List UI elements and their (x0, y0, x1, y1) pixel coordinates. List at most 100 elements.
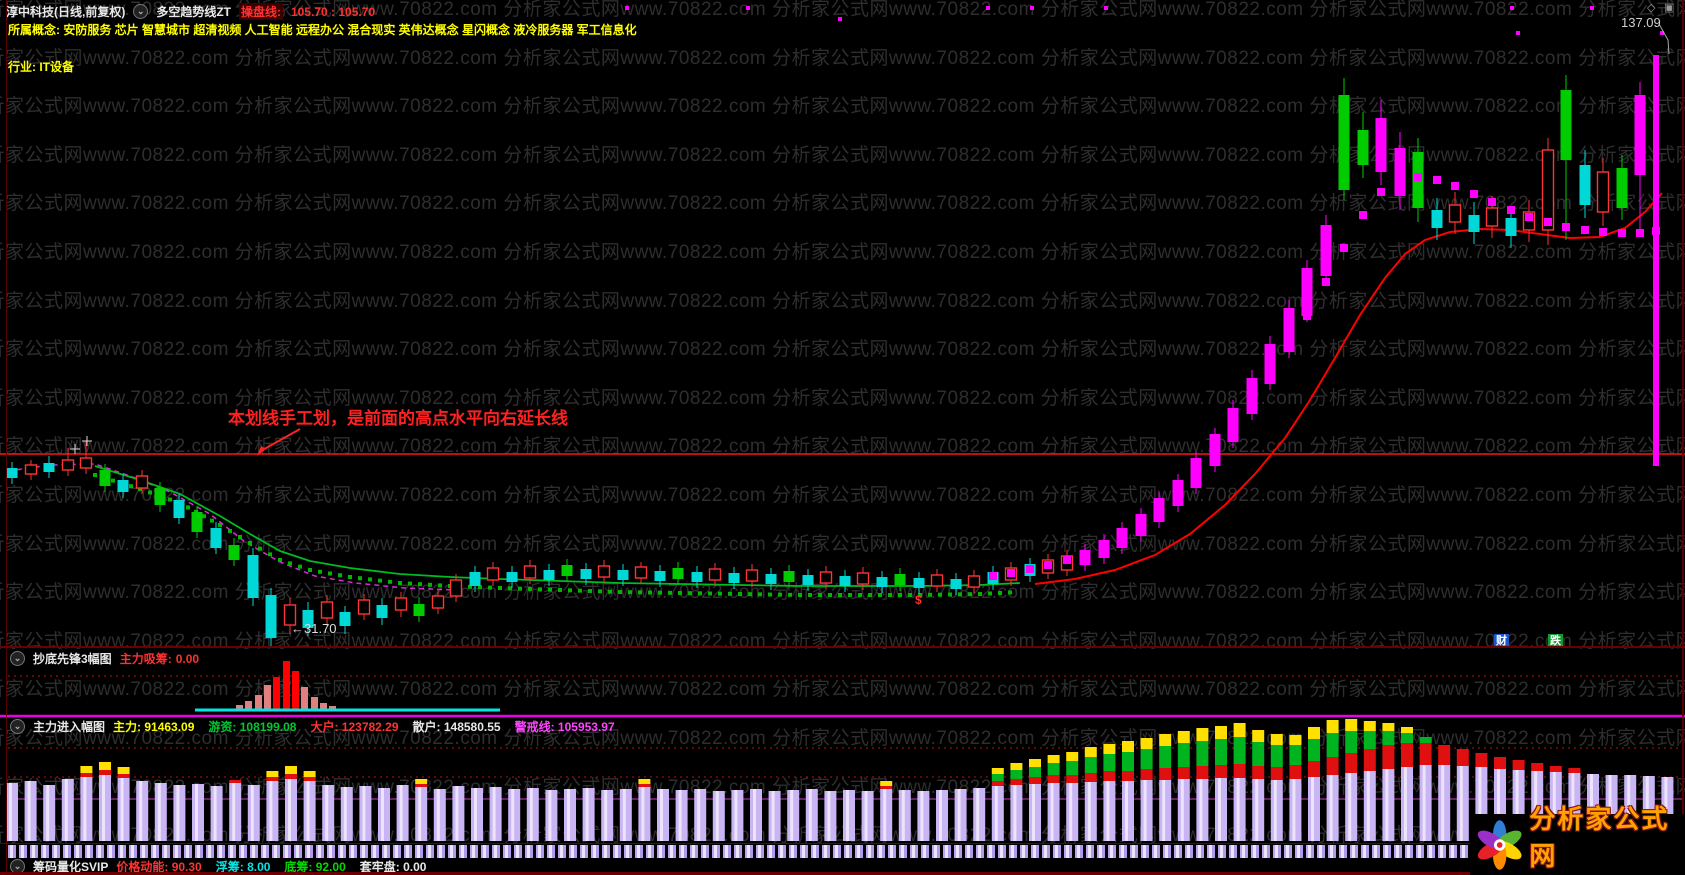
fund-flow-bar-highlight (474, 788, 477, 841)
candle-body-up (745, 569, 759, 582)
fund-flow-bar (1010, 779, 1023, 785)
chevron-down-icon[interactable]: ⌄ (133, 4, 149, 19)
stat-item: 主力: 91463.09 (113, 720, 195, 734)
green-dot (868, 593, 872, 597)
fund-flow-bar (1252, 742, 1265, 766)
fund-flow-bar-highlight (213, 786, 217, 841)
fund-flow-bar (1363, 721, 1376, 731)
candle-body-up (819, 571, 833, 584)
fund-flow-bar-highlight (232, 783, 236, 841)
panel2-title[interactable]: 抄底先锋3幅图 (33, 650, 112, 667)
fund-flow-bar (99, 770, 111, 775)
caopan-label: 操盘线: (239, 3, 283, 20)
candle-body-up (634, 566, 648, 579)
caopan-value: 105.70 : 105.70 (291, 4, 376, 19)
green-dot (628, 590, 632, 595)
absorb-bar (301, 687, 308, 711)
green-dot (408, 581, 412, 586)
fund-flow-bar-highlight (1032, 784, 1035, 841)
green-dot (788, 592, 792, 597)
candle-body-up (135, 475, 149, 489)
candle-body (728, 573, 740, 583)
fund-flow-bar-highlight (771, 791, 775, 841)
candle-body (191, 512, 203, 532)
candle-body (469, 572, 481, 586)
signal-dot (625, 6, 629, 10)
fund-flow-bar (1382, 723, 1395, 731)
fund-flow-bar-highlight (660, 789, 663, 841)
fund-flow-bar (1233, 764, 1246, 778)
trend-square (1599, 228, 1607, 236)
panel2-stat-label: 主力吸筹: (119, 652, 172, 666)
site-logo[interactable]: 分析家公式网 WWW.70822.COM (1470, 804, 1685, 875)
magenta-dashed-ma (7, 463, 456, 591)
fund-flow-bar-highlight (1311, 777, 1314, 841)
green-dot (638, 590, 642, 595)
candle-body-up (449, 579, 463, 597)
trend-square (1303, 312, 1311, 320)
candle-body (376, 605, 388, 618)
green-dot (168, 497, 172, 502)
trend-square (1248, 402, 1256, 410)
green-dot (186, 505, 190, 510)
fund-flow-bar (1140, 738, 1153, 749)
candle-body (1209, 434, 1221, 466)
green-dot (818, 593, 822, 597)
fund-flow-bar (117, 767, 130, 774)
fund-flow-bar-highlight (27, 781, 31, 841)
fund-flow-bar (1196, 728, 1209, 741)
fund-flow-bar-highlight (697, 789, 701, 841)
fund-flow-bar-highlight (1441, 765, 1445, 841)
indicator-name[interactable]: 多空趋势线ZT (156, 3, 231, 20)
candle-body (561, 565, 573, 576)
fund-flow-bar-highlight (1087, 782, 1091, 841)
main-chart-canvas[interactable] (0, 0, 1685, 875)
candle-body (1320, 225, 1332, 276)
candle-body (506, 572, 518, 582)
fund-flow-bar-highlight (1106, 781, 1110, 841)
fund-flow-bar (1029, 777, 1041, 784)
candle-body (6, 468, 18, 478)
trend-square (1026, 565, 1034, 573)
green-dot (838, 593, 842, 597)
candle-body-up (1485, 207, 1499, 227)
fund-flow-bar (1047, 763, 1060, 775)
panel3-title[interactable]: 主力进入幅图 (33, 718, 105, 735)
fund-flow-bar-highlight (585, 788, 589, 841)
trend-square (1100, 542, 1108, 550)
stock-title: 淳中科技(日线,前复权) (6, 5, 126, 19)
stat-item: 游资: 108199.08 (208, 720, 297, 734)
trend-square (1266, 374, 1274, 382)
fund-flow-bar (1140, 769, 1153, 780)
chevron-down-icon[interactable]: ⌄ (10, 719, 25, 734)
chevron-down-icon[interactable]: ⌄ (10, 651, 25, 666)
trend-square (1618, 229, 1626, 237)
trend-square (1359, 211, 1367, 219)
stock-chart-application: 分析家公式网www.70822.com 分析家公式网www.70822.com … (0, 0, 1685, 875)
candle-body (1431, 210, 1443, 228)
candle-body (876, 577, 888, 587)
panel3-header: ⌄ 主力进入幅图 主力: 91463.09 游资: 108199.08 大户: 12… (10, 718, 629, 735)
candle-body (1375, 118, 1387, 172)
fund-flow-bar (1140, 749, 1153, 769)
fund-flow-bar (1252, 730, 1265, 742)
fund-flow-bar (1066, 752, 1079, 761)
absorb-bar (264, 685, 271, 711)
candle-body (691, 572, 703, 582)
window-icon[interactable]: ▣ (1664, 1, 1674, 14)
trend-square (1414, 173, 1422, 181)
fund-flow-bar (1456, 749, 1469, 766)
fund-flow-bar-highlight (734, 790, 738, 841)
stat-item: 大户: 123782.29 (310, 720, 399, 734)
green-dot (738, 592, 742, 596)
panel3-stats: 主力: 91463.09 游资: 108199.08 大户: 123782.29 散户… (113, 718, 629, 735)
candle-body-up (930, 574, 944, 587)
candle-body (783, 571, 795, 582)
diamond-icon[interactable]: ◇ (1647, 1, 1655, 14)
candle-body-up (431, 595, 445, 609)
candle-body-up (394, 597, 408, 611)
fund-flow-bar-highlight (362, 786, 366, 841)
trend-square (1118, 532, 1126, 540)
candle-body (1634, 95, 1646, 175)
green-dot (978, 592, 982, 596)
